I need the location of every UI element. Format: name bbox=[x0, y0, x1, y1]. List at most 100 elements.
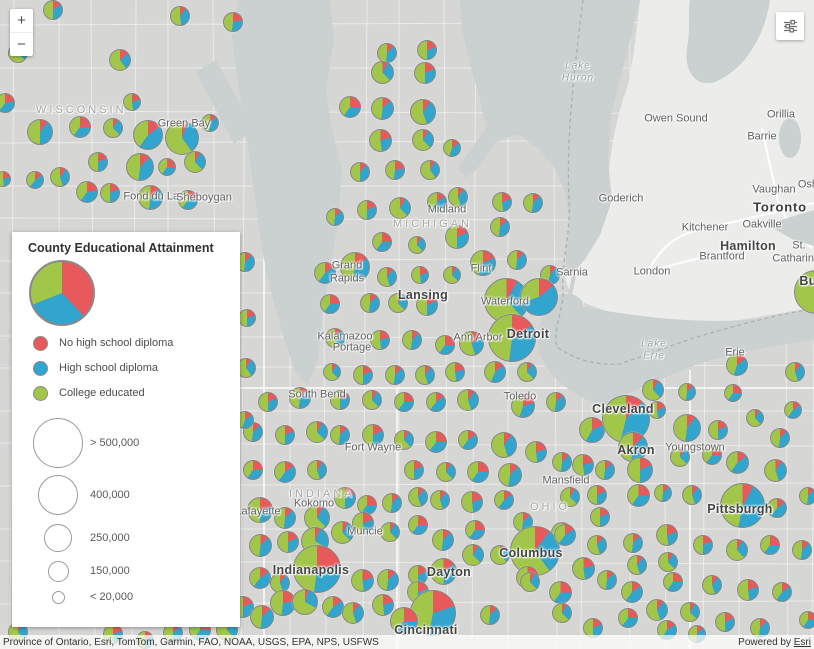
county-pie[interactable] bbox=[785, 362, 805, 382]
county-pie[interactable] bbox=[292, 589, 318, 615]
county-pie[interactable] bbox=[330, 390, 350, 410]
county-pie[interactable] bbox=[353, 365, 373, 385]
county-pie[interactable] bbox=[587, 535, 607, 555]
county-pie[interactable] bbox=[465, 520, 485, 540]
county-pie[interactable] bbox=[507, 250, 527, 270]
county-pie[interactable] bbox=[554, 524, 576, 546]
county-pie[interactable] bbox=[340, 252, 370, 282]
county-pie[interactable] bbox=[663, 572, 683, 592]
county-pie[interactable] bbox=[377, 43, 397, 63]
county-pie[interactable] bbox=[420, 160, 440, 180]
county-pie[interactable] bbox=[443, 139, 461, 157]
county-pie[interactable] bbox=[494, 490, 514, 510]
county-pie[interactable] bbox=[678, 383, 696, 401]
county-pie[interactable] bbox=[670, 447, 690, 467]
county-pie[interactable] bbox=[43, 0, 63, 20]
county-pie[interactable] bbox=[277, 531, 299, 553]
county-pie[interactable] bbox=[682, 485, 702, 505]
county-pie[interactable] bbox=[627, 484, 650, 507]
county-pie[interactable] bbox=[764, 459, 787, 482]
county-pie[interactable] bbox=[103, 118, 123, 138]
county-pie[interactable] bbox=[425, 431, 447, 453]
county-pie[interactable] bbox=[726, 539, 748, 561]
county-pie[interactable] bbox=[432, 529, 454, 551]
county-pie[interactable] bbox=[498, 463, 522, 487]
county-pie[interactable] bbox=[372, 232, 392, 252]
county-pie[interactable] bbox=[372, 594, 394, 616]
county-pie[interactable] bbox=[490, 217, 510, 237]
county-pie[interactable] bbox=[394, 430, 414, 450]
county-pie[interactable] bbox=[184, 151, 206, 173]
county-pie[interactable] bbox=[415, 365, 435, 385]
county-pie[interactable] bbox=[520, 278, 558, 316]
county-pie[interactable] bbox=[314, 262, 336, 284]
county-pie[interactable] bbox=[737, 579, 759, 601]
county-pie[interactable] bbox=[249, 567, 271, 589]
county-pie[interactable] bbox=[467, 461, 489, 483]
county-pie[interactable] bbox=[326, 208, 344, 226]
county-pie[interactable] bbox=[339, 96, 361, 118]
county-pie[interactable] bbox=[342, 602, 364, 624]
county-pie[interactable] bbox=[767, 498, 787, 518]
county-pie[interactable] bbox=[123, 93, 141, 111]
county-pie[interactable] bbox=[459, 331, 484, 356]
county-pie[interactable] bbox=[457, 389, 479, 411]
county-pie[interactable] bbox=[720, 483, 765, 528]
county-pie[interactable] bbox=[69, 116, 91, 138]
county-pie[interactable] bbox=[404, 460, 424, 480]
county-pie[interactable] bbox=[520, 572, 540, 592]
county-pie[interactable] bbox=[351, 569, 374, 592]
county-pie[interactable] bbox=[784, 401, 802, 419]
county-pie[interactable] bbox=[274, 461, 296, 483]
county-pie[interactable] bbox=[330, 425, 350, 445]
county-pie[interactable] bbox=[448, 187, 468, 207]
county-pie[interactable] bbox=[201, 114, 219, 132]
county-pie[interactable] bbox=[390, 607, 418, 635]
county-pie[interactable] bbox=[380, 522, 400, 542]
county-pie[interactable] bbox=[389, 197, 411, 219]
county-pie[interactable] bbox=[382, 493, 402, 513]
county-pie[interactable] bbox=[377, 267, 397, 287]
county-pie[interactable] bbox=[427, 192, 447, 212]
county-pie[interactable] bbox=[693, 535, 713, 555]
county-pie[interactable] bbox=[88, 152, 108, 172]
county-pie[interactable] bbox=[26, 171, 44, 189]
county-pie[interactable] bbox=[445, 362, 465, 382]
county-pie[interactable] bbox=[371, 61, 394, 84]
county-pie[interactable] bbox=[724, 384, 742, 402]
county-pie[interactable] bbox=[461, 491, 483, 513]
county-pie[interactable] bbox=[243, 460, 263, 480]
county-pie[interactable] bbox=[408, 515, 428, 535]
county-pie[interactable] bbox=[595, 460, 615, 480]
county-pie[interactable] bbox=[412, 129, 434, 151]
county-pie[interactable] bbox=[325, 328, 345, 348]
county-pie[interactable] bbox=[158, 158, 176, 176]
county-pie[interactable] bbox=[549, 581, 572, 604]
county-pie[interactable] bbox=[443, 266, 461, 284]
county-pie[interactable] bbox=[430, 490, 450, 510]
county-pie[interactable] bbox=[627, 457, 653, 483]
county-pie[interactable] bbox=[109, 49, 131, 71]
county-pie[interactable] bbox=[388, 293, 408, 313]
county-pie[interactable] bbox=[249, 534, 272, 557]
county-pie[interactable] bbox=[658, 552, 678, 572]
county-pie[interactable] bbox=[352, 512, 374, 534]
settings-button[interactable] bbox=[776, 12, 804, 40]
county-pie[interactable] bbox=[377, 569, 399, 591]
county-pie[interactable] bbox=[76, 181, 98, 203]
county-pie[interactable] bbox=[223, 12, 243, 32]
county-pie[interactable] bbox=[572, 557, 595, 580]
county-pie[interactable] bbox=[462, 544, 484, 566]
county-pie[interactable] bbox=[799, 611, 814, 629]
county-pie[interactable] bbox=[370, 330, 390, 350]
county-pie[interactable] bbox=[552, 603, 572, 623]
county-pie[interactable] bbox=[490, 545, 510, 565]
county-pie[interactable] bbox=[656, 524, 678, 546]
county-pie[interactable] bbox=[458, 430, 478, 450]
county-pie[interactable] bbox=[492, 192, 512, 212]
county-pie[interactable] bbox=[642, 379, 664, 401]
county-pie[interactable] bbox=[133, 120, 163, 150]
county-pie[interactable] bbox=[411, 266, 429, 284]
county-pie[interactable] bbox=[369, 129, 392, 152]
county-pie[interactable] bbox=[590, 507, 610, 527]
